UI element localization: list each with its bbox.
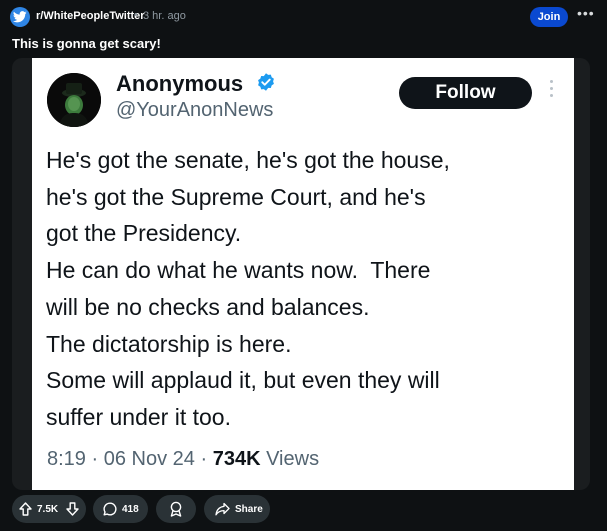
- post-actions: 7.5K 418 Share: [0, 495, 607, 525]
- comments-button[interactable]: 418: [93, 495, 148, 523]
- post-time: 3 hr. ago: [143, 10, 186, 22]
- verified-badge-icon: [256, 72, 276, 97]
- award-icon: [169, 501, 183, 520]
- tweet-meta: 8:19 · 06 Nov 24 · 734K Views: [47, 448, 319, 471]
- vote-count: 7.5K: [37, 504, 59, 515]
- comment-count: 418: [122, 504, 139, 515]
- comment-bubble-icon: [103, 502, 117, 519]
- arrow-up-icon[interactable]: [19, 502, 32, 519]
- separator-dot: •: [134, 9, 138, 21]
- join-button[interactable]: Join: [530, 7, 568, 27]
- tweet-date: 06 Nov 24: [103, 448, 195, 470]
- share-button[interactable]: Share: [204, 495, 270, 523]
- award-button[interactable]: [156, 495, 196, 523]
- tweet-screenshot: Anonymous @YourAnonNews Follow He's got …: [32, 58, 574, 490]
- tweet-author-handle: @YourAnonNews: [116, 99, 274, 121]
- subreddit-name[interactable]: r/WhitePeopleTwitter: [36, 10, 145, 22]
- post-media[interactable]: Anonymous @YourAnonNews Follow He's got …: [12, 58, 590, 490]
- avatar: [47, 73, 101, 127]
- post-header: r/WhitePeopleTwitter • 3 hr. ago Join ••…: [0, 0, 607, 32]
- tweet-more-icon: [550, 80, 556, 101]
- share-label: Share: [235, 504, 263, 515]
- tweet-views-count: 734K: [212, 448, 261, 470]
- meta-dot: ·: [200, 448, 208, 470]
- meta-dot: ·: [91, 448, 99, 470]
- tweet-text: He's got the senate, he's got the house,…: [46, 147, 450, 430]
- follow-button: Follow: [399, 77, 532, 109]
- tweet-author-name: Anonymous: [116, 71, 244, 96]
- tweet-views-label: Views: [266, 448, 320, 470]
- twitter-bird-icon[interactable]: [10, 7, 30, 27]
- tweet-time: 8:19: [47, 448, 86, 470]
- more-options-icon[interactable]: •••: [577, 5, 595, 21]
- arrow-down-icon[interactable]: [66, 502, 79, 519]
- share-arrow-icon: [215, 502, 230, 519]
- post-title[interactable]: This is gonna get scary!: [12, 36, 161, 51]
- vote-bar: 7.5K: [12, 495, 86, 523]
